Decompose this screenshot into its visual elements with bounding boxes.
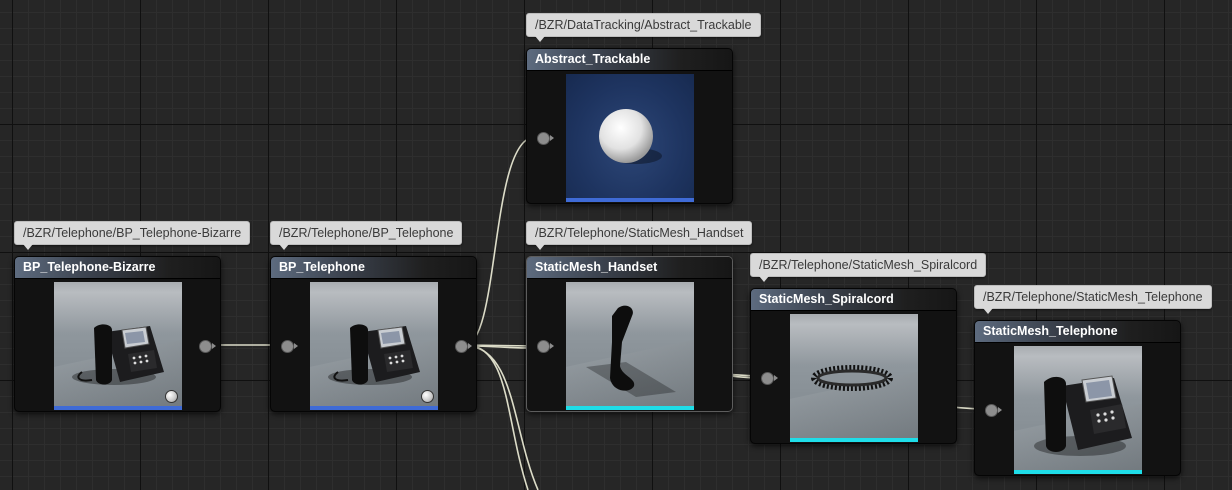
node-bp-telephone-bizarre[interactable]: BP_Telephone-Bizarre <box>14 256 221 412</box>
output-pin[interactable] <box>199 340 216 353</box>
asset-type-bar <box>54 406 182 410</box>
asset-type-bar <box>566 198 694 202</box>
input-pin[interactable] <box>761 372 778 385</box>
sphere-icon <box>599 109 662 164</box>
desk-phone-icon <box>328 324 420 385</box>
asset-type-bar <box>1014 470 1142 474</box>
node-staticmesh-telephone[interactable]: StaticMesh_Telephone <box>974 320 1181 476</box>
asset-thumbnail <box>790 314 918 442</box>
asset-path-tooltip: /BZR/Telephone/BP_Telephone-Bizarre <box>14 221 251 250</box>
asset-type-bar <box>310 406 438 410</box>
input-pin[interactable] <box>537 132 554 145</box>
node-staticmesh-handset[interactable]: StaticMesh_Handset <box>526 256 733 412</box>
node-title: BP_Telephone <box>271 257 476 279</box>
asset-thumbnail <box>54 282 182 410</box>
asset-thumbnail <box>310 282 438 410</box>
asset-path-tooltip: /BZR/Telephone/BP_Telephone <box>270 221 463 250</box>
handset-icon <box>586 305 676 397</box>
node-bp-telephone[interactable]: BP_Telephone <box>270 256 477 412</box>
blueprint-sphere-icon <box>165 390 178 403</box>
input-pin[interactable] <box>281 340 298 353</box>
desk-phone-icon <box>1034 375 1132 456</box>
desk-phone-icon <box>72 324 164 385</box>
node-title: StaticMesh_Spiralcord <box>751 289 956 311</box>
node-abstract-trackable[interactable]: Abstract_Trackable <box>526 48 733 204</box>
asset-thumbnail <box>566 282 694 410</box>
asset-path-tooltip: /BZR/DataTracking/Abstract_Trackable <box>526 13 761 42</box>
asset-type-bar <box>566 406 694 410</box>
asset-path-tooltip: /BZR/Telephone/StaticMesh_Telephone <box>974 285 1212 314</box>
spiral-cord-icon <box>811 365 893 391</box>
node-title: BP_Telephone-Bizarre <box>15 257 220 279</box>
asset-path-tooltip: /BZR/Telephone/StaticMesh_Handset <box>526 221 753 250</box>
asset-type-bar <box>790 438 918 442</box>
node-staticmesh-spiralcord[interactable]: StaticMesh_Spiralcord <box>750 288 957 444</box>
input-pin[interactable] <box>985 404 1002 417</box>
input-pin[interactable] <box>537 340 554 353</box>
node-title: StaticMesh_Telephone <box>975 321 1180 343</box>
node-title: Abstract_Trackable <box>527 49 732 71</box>
output-pin[interactable] <box>455 340 472 353</box>
asset-thumbnail <box>1014 346 1142 474</box>
asset-path-tooltip: /BZR/Telephone/StaticMesh_Spiralcord <box>750 253 987 282</box>
node-title: StaticMesh_Handset <box>527 257 732 279</box>
asset-thumbnail <box>566 74 694 202</box>
blueprint-sphere-icon <box>421 390 434 403</box>
